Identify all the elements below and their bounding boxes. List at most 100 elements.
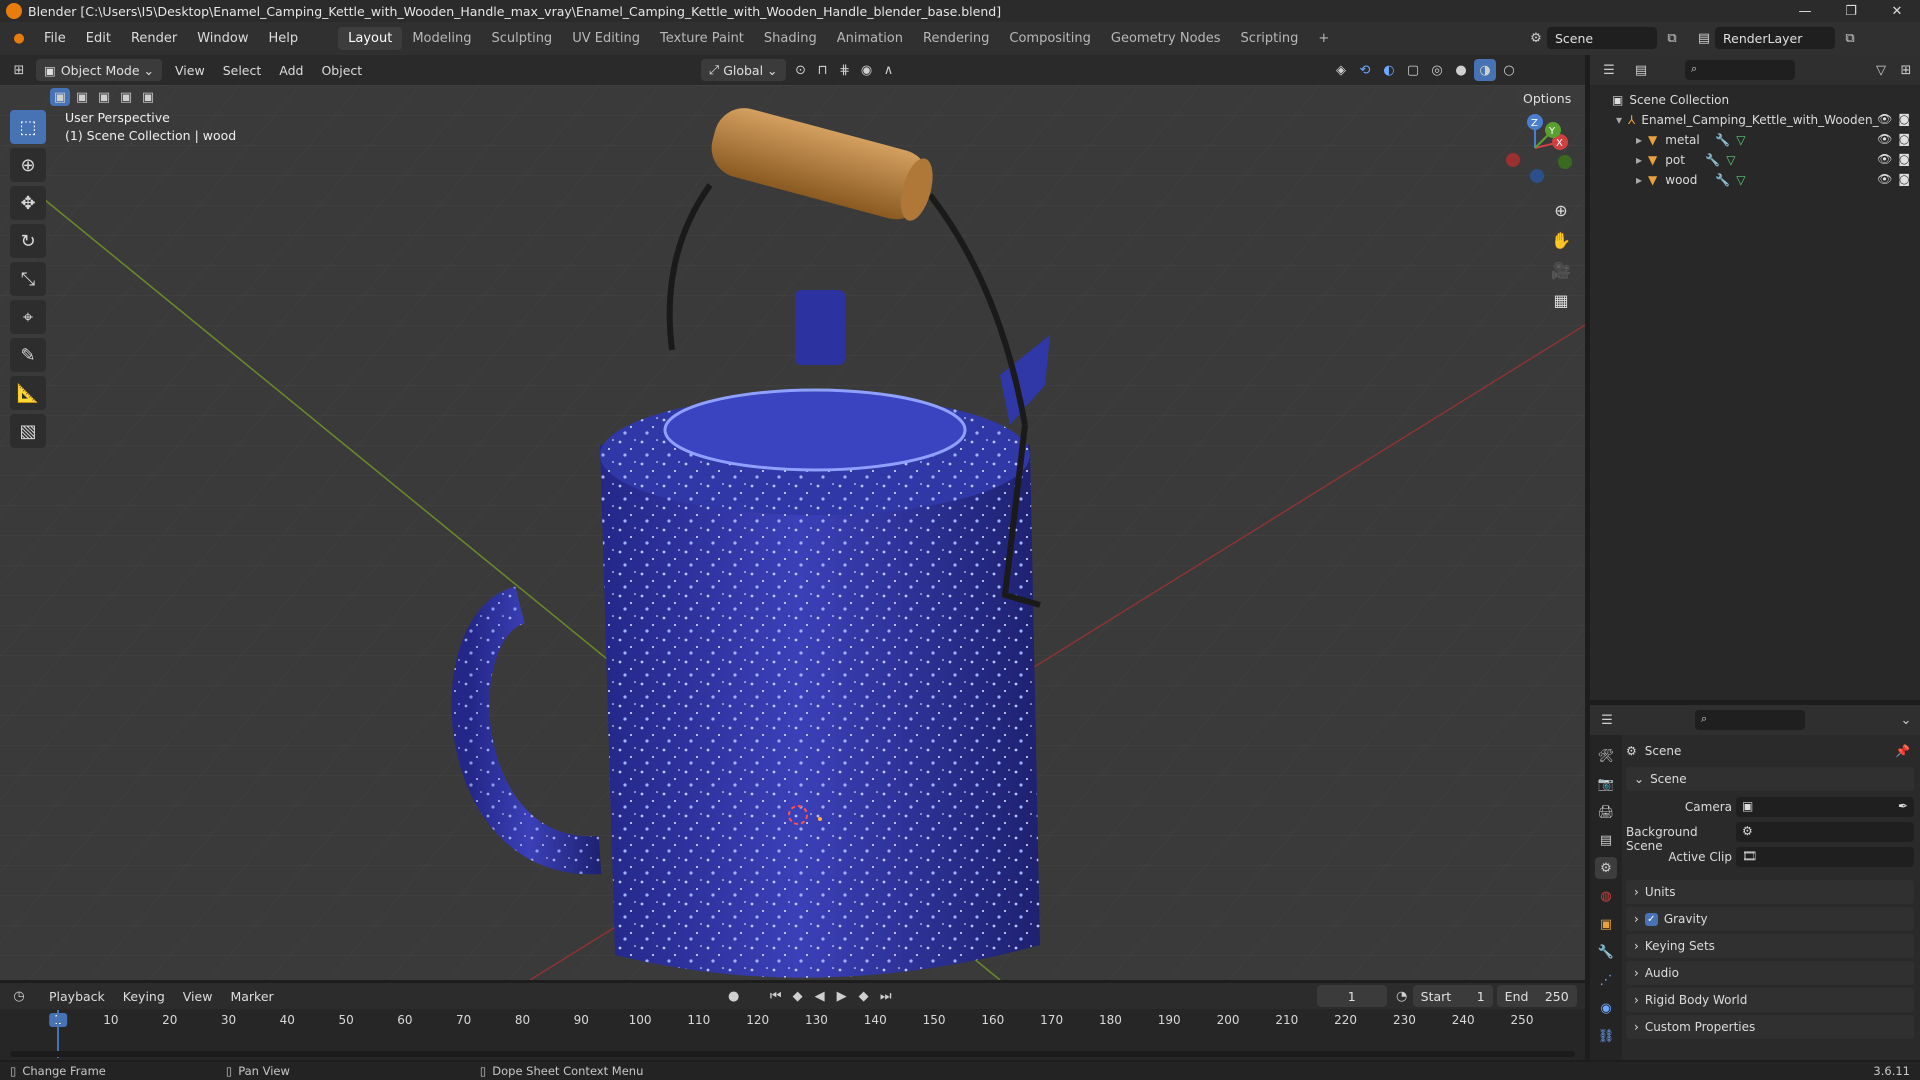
camera-view-icon[interactable]: 🎥 xyxy=(1545,255,1577,285)
menu-render[interactable]: Render xyxy=(121,31,187,46)
close-button[interactable]: ✕ xyxy=(1874,0,1920,22)
rotate-tool[interactable]: ↻ xyxy=(10,224,46,258)
custom-properties-section-header[interactable]: › Custom Properties xyxy=(1626,1015,1914,1039)
tab-sculpting[interactable]: Sculpting xyxy=(481,27,562,50)
menu-window[interactable]: Window xyxy=(187,31,258,46)
rigid-body-world-section-header[interactable]: › Rigid Body World xyxy=(1626,988,1914,1012)
keying-sets-section-header[interactable]: › Keying Sets xyxy=(1626,934,1914,958)
navigation-gizmo[interactable]: Z X Y xyxy=(1495,110,1575,185)
display-mode-icon[interactable]: ▤ xyxy=(1630,59,1652,81)
record-icon[interactable]: ● xyxy=(723,985,745,1007)
camera-render-icon[interactable]: ◙ xyxy=(1898,172,1910,186)
filter-icon[interactable]: ▽ xyxy=(1870,59,1892,81)
outliner-row-scene-collection[interactable]: ▣ Scene Collection xyxy=(1590,90,1920,110)
maximize-button[interactable]: ❐ xyxy=(1828,0,1874,22)
solid-shading-icon[interactable]: ● xyxy=(1450,59,1472,81)
timeline-editor-type-icon[interactable]: ◷ xyxy=(8,985,30,1007)
expand-right-icon[interactable]: ▸ xyxy=(1636,153,1642,167)
menu-keying[interactable]: Keying xyxy=(114,989,174,1004)
tab-layout[interactable]: Layout xyxy=(338,27,403,50)
select-box-tool[interactable]: ⬚ xyxy=(10,110,46,144)
scale-tool[interactable]: ⤡ xyxy=(10,262,46,296)
select-intersect-icon[interactable]: ▣ xyxy=(138,88,158,106)
blender-menu-icon[interactable]: ● xyxy=(8,28,30,50)
outliner-editor-type-icon[interactable]: ☰ xyxy=(1598,59,1620,81)
properties-editor-type-icon[interactable]: ☰ xyxy=(1596,709,1618,731)
constraints-tab-icon[interactable]: ⛓ xyxy=(1595,1025,1617,1047)
rendered-shading-icon[interactable]: ○ xyxy=(1498,59,1520,81)
xray-icon[interactable]: ▢ xyxy=(1402,59,1424,81)
eyedropper-icon[interactable]: ✒ xyxy=(1898,799,1908,813)
output-tab-icon[interactable]: 🖨 xyxy=(1595,801,1617,823)
overlays-icon[interactable]: ◐ xyxy=(1378,59,1400,81)
tab-geometry-nodes[interactable]: Geometry Nodes xyxy=(1101,27,1231,50)
menu-select[interactable]: Select xyxy=(214,63,271,78)
falloff-icon[interactable]: ∧ xyxy=(878,59,900,81)
camera-field[interactable]: ▣ ✒ xyxy=(1736,797,1914,817)
audio-section-header[interactable]: › Audio xyxy=(1626,961,1914,985)
tab-scripting[interactable]: Scripting xyxy=(1231,27,1309,50)
clock-icon[interactable]: ◔ xyxy=(1391,985,1413,1007)
view-layer-tab-icon[interactable]: ▤ xyxy=(1595,829,1617,851)
select-new-icon[interactable]: ▣ xyxy=(50,88,70,106)
next-keyframe-icon[interactable]: ◆ xyxy=(853,985,875,1007)
select-invert-icon[interactable]: ▣ xyxy=(116,88,136,106)
chevron-down-icon[interactable]: ⌄ xyxy=(1895,709,1917,731)
scene-selector[interactable]: Scene xyxy=(1547,27,1657,49)
outliner-row-metal[interactable]: ▸ ▼ metal 🔧 ▽ 👁 ◙ xyxy=(1590,130,1920,150)
cursor-tool[interactable]: ⊕ xyxy=(10,148,46,182)
camera-render-icon[interactable]: ◙ xyxy=(1898,132,1910,146)
transform-tool[interactable]: ⌖ xyxy=(10,300,46,334)
outliner-row-wood[interactable]: ▸ ▼ wood 🔧 ▽ 👁 ◙ xyxy=(1590,170,1920,190)
play-icon[interactable]: ▶ xyxy=(831,985,853,1007)
measure-tool[interactable]: 📐 xyxy=(10,376,46,410)
camera-render-icon[interactable]: ◙ xyxy=(1898,112,1910,126)
tool-tab-icon[interactable]: 🛠 xyxy=(1595,745,1617,767)
gizmo-icon[interactable]: ⟲ xyxy=(1354,59,1376,81)
snap-icon[interactable]: ⊓ xyxy=(812,59,834,81)
menu-edit[interactable]: Edit xyxy=(76,31,121,46)
transform-orientation-selector[interactable]: ⤢ Global ⌄ xyxy=(701,59,786,81)
scene-tab-icon[interactable]: ⚙ xyxy=(1595,857,1617,879)
tab-animation[interactable]: Animation xyxy=(827,27,913,50)
menu-help[interactable]: Help xyxy=(259,31,309,46)
annotate-tool[interactable]: ✎ xyxy=(10,338,46,372)
select-subtract-icon[interactable]: ▣ xyxy=(94,88,114,106)
snap-target-icon[interactable]: ⋕ xyxy=(834,59,856,81)
options-dropdown[interactable]: Options xyxy=(1515,87,1583,109)
expand-right-icon[interactable]: ▸ xyxy=(1636,133,1642,147)
view-layer-icon[interactable]: ▤ xyxy=(1693,27,1715,49)
eye-icon[interactable]: 👁 xyxy=(1877,132,1892,146)
current-frame-field[interactable]: 1 xyxy=(1316,985,1387,1007)
particles-tab-icon[interactable]: ⋰ xyxy=(1595,969,1617,991)
new-collection-icon[interactable]: ⊞ xyxy=(1895,59,1917,81)
outliner-search-input[interactable]: ⌕ xyxy=(1685,60,1795,80)
move-tool[interactable]: ✥ xyxy=(10,186,46,220)
expand-right-icon[interactable]: ▸ xyxy=(1636,173,1642,187)
view-layer-selector[interactable]: RenderLayer xyxy=(1715,27,1835,49)
end-frame-field[interactable]: End 250 xyxy=(1496,985,1577,1007)
outliner-row-collection[interactable]: ▾ ⅄ Enamel_Camping_Kettle_with_Wooden_ 👁… xyxy=(1590,110,1920,130)
physics-tab-icon[interactable]: ◉ xyxy=(1595,997,1617,1019)
jump-end-icon[interactable]: ⏭ xyxy=(875,985,897,1007)
pan-hand-icon[interactable]: ✋ xyxy=(1545,225,1577,255)
frame-ruler[interactable]: 1102030405060708090100110120130140150160… xyxy=(0,1010,1585,1030)
start-frame-field[interactable]: Start 1 xyxy=(1412,985,1493,1007)
scene-section-header[interactable]: ⌄ Scene xyxy=(1626,767,1914,791)
menu-playback[interactable]: Playback xyxy=(40,989,114,1004)
wireframe-shading-icon[interactable]: ◎ xyxy=(1426,59,1448,81)
gravity-section-header[interactable]: › ✓ Gravity xyxy=(1626,907,1914,931)
object-tab-icon[interactable]: ▣ xyxy=(1595,913,1617,935)
select-extend-icon[interactable]: ▣ xyxy=(72,88,92,106)
units-section-header[interactable]: › Units xyxy=(1626,880,1914,904)
tab-texture-paint[interactable]: Texture Paint xyxy=(650,27,754,50)
background-scene-field[interactable]: ⚙ xyxy=(1736,822,1914,842)
tab-compositing[interactable]: Compositing xyxy=(999,27,1101,50)
tab-shading[interactable]: Shading xyxy=(754,27,827,50)
timeline-scrollbar[interactable] xyxy=(10,1051,1575,1057)
eye-icon[interactable]: 👁 xyxy=(1877,112,1892,126)
menu-view[interactable]: View xyxy=(166,63,214,78)
visibility-icon[interactable]: ◈ xyxy=(1330,59,1352,81)
3d-viewport[interactable]: ⬚ ⊕ ✥ ↻ ⤡ ⌖ ✎ 📐 ▧ ▣ ▣ ▣ ▣ ▣ User Perspec… xyxy=(0,85,1585,980)
material-shading-icon[interactable]: ◑ xyxy=(1474,59,1496,81)
